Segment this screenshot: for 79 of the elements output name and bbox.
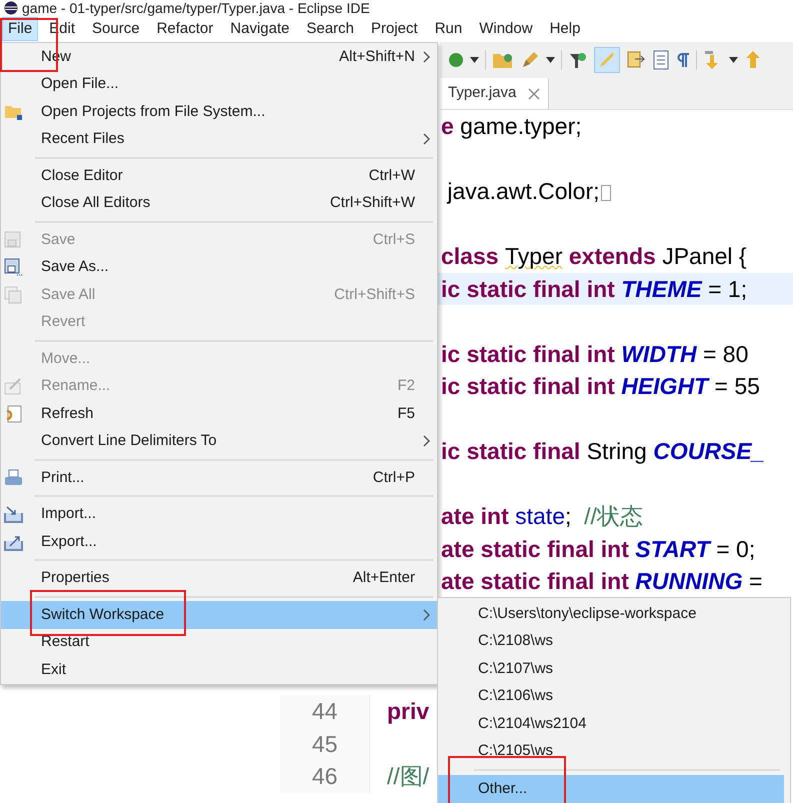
caret-icon[interactable] (546, 57, 555, 63)
code-line: ic static final String COURSE_ (441, 437, 764, 466)
menu-item[interactable]: Import... (1, 500, 437, 528)
pilcrow-icon[interactable] (676, 52, 690, 68)
menu-bar-item[interactable]: Project (365, 17, 424, 41)
menu-item[interactable]: Exit (1, 656, 437, 684)
close-icon[interactable] (528, 88, 540, 100)
code-line: ate static final int START = 0; (441, 534, 756, 564)
run-icon[interactable] (448, 52, 464, 68)
chevron-icon (422, 435, 430, 448)
code-line: e game.typer; (441, 112, 582, 141)
printer-icon (4, 468, 23, 487)
code-line: java.awt.Color; (446, 177, 600, 206)
caret-icon[interactable] (729, 57, 738, 63)
line-number: 46 (312, 762, 338, 791)
window-title: game - 01-typer/src/game/typer/Typer.java - Eclipse IDE (22, 1, 370, 15)
menu-bar-item[interactable]: Refactor (150, 17, 220, 41)
menu-bar-item[interactable]: Navigate (224, 17, 296, 41)
shortcut-label: Ctrl+S (372, 230, 415, 250)
menu-item[interactable]: C:\2107\ws (438, 655, 784, 682)
menu-item[interactable]: Close All Editors Ctrl+Shift+W (1, 190, 437, 217)
code-line: priv (387, 698, 430, 724)
menu-item[interactable]: C:\2108\ws (438, 628, 784, 655)
menu-item[interactable]: Recent Files (1, 126, 437, 153)
shortcut-label: Alt+Enter (352, 568, 415, 588)
highlight-toggle[interactable] (594, 47, 620, 73)
menu-item[interactable]: Refresh F5 (1, 400, 437, 428)
floppy-disk-icon (4, 258, 23, 276)
code-line: ic static final int THEME = 1; (441, 274, 748, 304)
menu-item[interactable]: Export... (1, 528, 437, 556)
floppy-disks-icon (4, 286, 23, 304)
menu-item[interactable]: C:\2105\ws (438, 738, 784, 765)
menu-item[interactable]: Close Editor Ctrl+W (1, 162, 437, 190)
highlighter-icon (598, 51, 616, 69)
menu-item[interactable]: Properties Alt+Enter (1, 564, 437, 592)
import-icon (4, 505, 23, 524)
shortcut-label: Ctrl+P (372, 468, 415, 488)
menu-item[interactable]: Print... Ctrl+P (1, 464, 437, 492)
code-line: ate static final int RUNNING = (441, 567, 762, 596)
menu-item[interactable]: Open Projects from File System... (1, 98, 437, 126)
shortcut-label: Ctrl+Shift+S (334, 284, 415, 304)
line-number: 45 (312, 730, 338, 758)
menu-item[interactable]: Save As... (1, 254, 437, 281)
menu-item[interactable]: Other... (438, 775, 784, 802)
pen-icon[interactable] (520, 50, 540, 70)
chevron-icon (422, 608, 430, 621)
editor-tab[interactable]: Typer.java (440, 78, 550, 109)
code-line: ate int state; //状态 (441, 502, 643, 531)
shortcut-label: Ctrl+W (368, 166, 415, 186)
menu-item[interactable]: Open File... (1, 70, 437, 98)
menu-item[interactable]: Convert Line Delimiters To (1, 428, 437, 455)
menu-item[interactable]: Switch Workspace (1, 601, 437, 628)
shortcut-label: F2 (397, 376, 415, 396)
menu-bar-item[interactable]: Run (428, 17, 468, 41)
menu-bar-item[interactable]: File (2, 17, 38, 41)
shortcut-label: Alt+Shift+N (339, 46, 415, 66)
menu-item[interactable]: Restart (1, 628, 437, 656)
chevron-icon (422, 133, 430, 146)
document-icon[interactable] (626, 50, 646, 70)
shortcut-label: Ctrl+Shift+W (330, 193, 415, 213)
menu-bar-item[interactable]: Search (300, 17, 360, 41)
menu-bar-item[interactable]: Help (544, 17, 586, 41)
menu-item[interactable]: C:\2106\ws (438, 682, 784, 710)
caret-icon[interactable] (470, 57, 479, 63)
chevron-icon (422, 50, 430, 63)
folded-code-marker[interactable] (600, 185, 611, 202)
menu-item[interactable]: C:\Users\tony\eclipse-workspace (438, 600, 784, 628)
menu-item[interactable]: C:\2104\ws2104 (438, 710, 784, 738)
menu-bar-item[interactable]: Window (473, 17, 539, 41)
list-icon[interactable] (652, 50, 670, 70)
code-line: //图/ (387, 763, 430, 789)
code-line: class Typer extends JPanel { (441, 242, 747, 271)
line-number: 44 (312, 697, 338, 726)
code-line: ic static final int WIDTH = 80 (441, 340, 748, 368)
shortcut-label: F5 (397, 404, 415, 424)
pencil-icon (4, 377, 23, 396)
folder-icon[interactable] (492, 51, 514, 69)
code-line: ic static final int HEIGHT = 55 (441, 372, 760, 401)
menu-bar-item[interactable]: Source (86, 17, 146, 41)
